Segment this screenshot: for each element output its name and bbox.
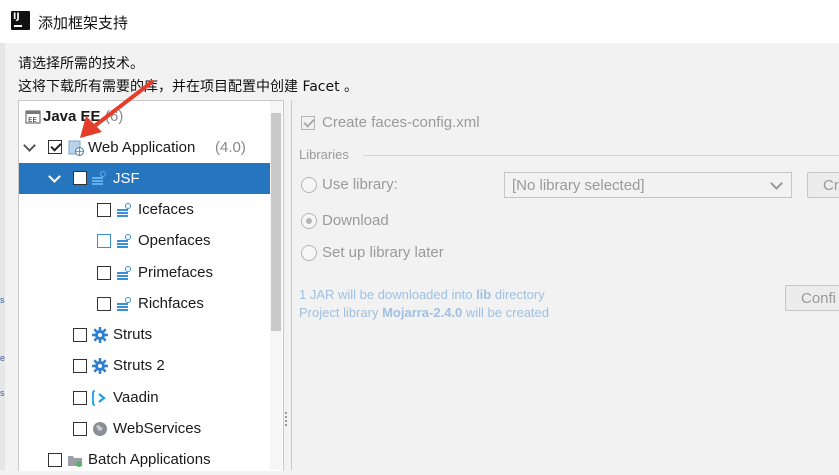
jsf-label: JSF [113,170,140,187]
tree-item-web-application[interactable]: Web Application (4.0) [19,132,270,163]
create-faces-config-label: Create faces-config.xml [322,114,480,131]
jsf-library-icon [117,203,131,217]
tree-item-primefaces[interactable]: Primefaces [19,257,270,288]
tree-item-webservices[interactable]: WebServices [19,413,270,444]
info-prefix: 1 JAR will be downloaded into [299,287,477,302]
use-library-radio[interactable] [301,177,317,193]
tree-item-richfaces[interactable]: Richfaces [19,288,270,319]
title-bar: IJ 添加框架支持 [0,0,839,43]
tree-group-label: Java EE [43,108,101,125]
module-group-icon: EE [25,110,41,124]
webservices-checkbox[interactable] [73,422,87,436]
setup-later-radio[interactable] [301,245,317,261]
jsf-icon [92,171,106,185]
description-line-2: 这将下载所有需要的库，并在项目配置中创建 Facet 。 [18,79,359,95]
library-select-value: [No library selected] [512,177,645,194]
folder-icon [68,456,82,467]
icefaces-label: Icefaces [138,201,194,218]
svg-text:EE: EE [28,116,37,124]
richfaces-checkbox[interactable] [97,297,111,311]
create-faces-config-checkbox[interactable] [301,116,315,130]
richfaces-label: Richfaces [138,295,204,312]
tree-item-struts2[interactable]: Struts 2 [19,350,270,381]
vaadin-icon [92,390,106,406]
setup-later-label: Set up library later [322,244,444,261]
jsf-library-icon [117,266,131,280]
tree-group-count: (6) [105,108,124,125]
web-application-checkbox[interactable] [48,140,62,154]
use-library-label: Use library: [322,176,398,193]
project-library-info-line: Project library Mojarra-2.4.0 will be cr… [299,305,549,320]
web-application-label: Web Application [88,139,196,156]
web-module-icon [68,140,84,156]
libraries-separator [363,155,839,156]
jsf-library-icon [117,297,131,311]
project-library-name: Mojarra-2.4.0 [382,305,463,320]
primefaces-label: Primefaces [138,264,214,281]
splitter-handle[interactable] [284,410,288,430]
intellij-logo-icon: IJ [11,11,30,30]
tree-item-vaadin[interactable]: Vaadin [19,382,270,413]
tree-scrollbar-thumb[interactable] [271,113,281,331]
webservices-label: WebServices [113,420,202,437]
jsf-checkbox[interactable] [73,171,87,185]
download-info-line: 1 JAR will be downloaded into lib direct… [299,287,545,302]
info-directory: lib [476,287,492,302]
download-radio[interactable] [301,213,317,229]
web-application-version: (4.0) [215,139,246,156]
project-suffix: will be created [462,305,549,320]
tree-item-jsf[interactable]: JSF [19,163,270,194]
window-title: 添加框架支持 [38,14,129,32]
configure-button-label: Confi [801,290,837,307]
tree-item-struts[interactable]: Struts [19,319,270,350]
struts-label: Struts [113,326,153,343]
batch-applications-checkbox[interactable] [48,453,62,467]
icefaces-checkbox[interactable] [97,203,111,217]
openfaces-checkbox[interactable] [97,234,111,248]
tree-item-openfaces[interactable]: Openfaces [19,225,270,256]
struts-checkbox[interactable] [73,328,87,342]
jsf-library-icon [117,234,131,248]
openfaces-label: Openfaces [138,232,211,249]
struts2-checkbox[interactable] [73,359,87,373]
tree-item-batch-applications[interactable]: Batch Applications [19,444,270,475]
gear-icon [92,358,108,374]
project-prefix: Project library [299,305,383,320]
gear-icon [92,327,108,343]
vaadin-checkbox[interactable] [73,391,87,405]
chevron-down-icon [770,177,783,190]
info-suffix: directory [491,287,545,302]
description-line-1: 请选择所需的技术。 [18,56,144,72]
libraries-group-label: Libraries [299,147,349,162]
background-window-edge: s e s [0,43,5,470]
chevron-down-icon[interactable] [23,139,36,152]
chevron-down-icon[interactable] [48,170,61,183]
tree-group-java-ee: EE Java EE (6) [19,101,270,132]
create-library-button[interactable]: Cr [807,172,839,198]
struts2-label: Struts 2 [113,357,165,374]
vaadin-label: Vaadin [113,389,159,406]
create-library-button-label: Cr [823,177,839,194]
primefaces-checkbox[interactable] [97,266,111,280]
batch-applications-label: Batch Applications [88,451,211,468]
configure-button[interactable]: Confi [785,285,839,311]
library-select[interactable]: [No library selected] [504,172,792,198]
tree-item-icefaces[interactable]: Icefaces [19,194,270,225]
globe-icon [93,422,107,436]
download-label: Download [322,212,389,229]
